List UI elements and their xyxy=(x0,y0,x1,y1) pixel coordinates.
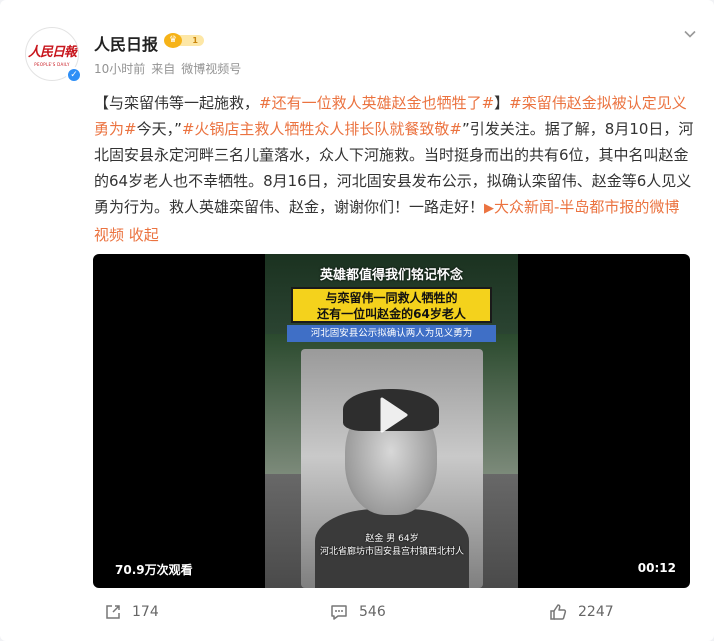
hashtag-link[interactable]: #火锅店主救人牺牲众人排长队就餐致敬# xyxy=(182,120,462,138)
like-button[interactable]: 2247 xyxy=(548,597,614,627)
share-button[interactable]: 174 xyxy=(104,597,159,627)
video-title-banner: 英雄都值得我们铭记怀念 xyxy=(319,268,463,283)
hashtag-link[interactable]: #还有一位救人英雄赵金也牺牲了# xyxy=(259,94,494,112)
share-icon xyxy=(104,603,122,621)
avatar-logo-subtext: PEOPLE'S DAILY xyxy=(34,62,70,67)
video-link-icon: ▶ xyxy=(484,201,495,216)
weibo-post-card: 人民日報 PEOPLE'S DAILY ✓ 人民日报 ♛ 1 10小时前 来自 … xyxy=(0,0,714,641)
post-text-segment: 】 xyxy=(494,94,510,112)
member-level-badge[interactable]: ♛ 1 xyxy=(164,33,204,48)
view-count: 70.9万次观看 xyxy=(115,563,193,577)
comment-button[interactable]: 546 xyxy=(329,597,386,627)
post-text-segment: 【与栾留伟等一起施救， xyxy=(94,94,260,112)
crown-icon: ♛ xyxy=(164,33,182,48)
portrait-caption: 赵金 男 64岁 河北省廊坊市固安县宫村镇西北村人 xyxy=(303,533,481,559)
source-prefix: 来自 xyxy=(151,62,176,76)
video-player[interactable]: 英雄都值得我们铭记怀念 与栾留伟一同救人牺牲的 还有一位叫赵金的64岁老人 河北… xyxy=(93,254,690,588)
collapse-link[interactable]: 收起 xyxy=(129,226,159,244)
caption-line-1: 赵金 男 64岁 xyxy=(365,534,419,544)
play-icon[interactable] xyxy=(371,394,413,436)
video-headline-banner: 与栾留伟一同救人牺牲的 还有一位叫赵金的64岁老人 xyxy=(291,287,492,323)
verified-badge-icon: ✓ xyxy=(66,67,82,83)
author-name[interactable]: 人民日报 xyxy=(94,31,158,55)
share-count: 174 xyxy=(132,604,159,620)
post-meta: 10小时前 来自 微博视频号 xyxy=(94,60,241,77)
post-time[interactable]: 10小时前 xyxy=(94,60,145,77)
headline-line-2: 还有一位叫赵金的64岁老人 xyxy=(317,307,466,321)
video-duration: 00:12 xyxy=(637,561,676,575)
post-text-segment: 今天，” xyxy=(136,120,182,138)
thumbs-up-icon xyxy=(548,603,568,621)
comment-icon xyxy=(329,603,349,621)
video-subtitle-banner: 河北固安县公示拟确认两人为见义勇为 xyxy=(287,325,496,342)
action-bar: 174 546 2247 xyxy=(0,597,714,627)
like-count: 2247 xyxy=(578,604,614,620)
post-body: 【与栾留伟等一起施救，#还有一位救人英雄赵金也牺牲了#】#栾留伟赵金拟被认定见义… xyxy=(94,90,694,248)
headline-line-1: 与栾留伟一同救人牺牲的 xyxy=(325,291,458,305)
caption-line-2: 河北省廊坊市固安县宫村镇西北村人 xyxy=(319,547,464,557)
comment-count: 546 xyxy=(359,604,386,620)
post-source[interactable]: 微博视频号 xyxy=(181,60,241,77)
avatar-logo-text: 人民日報 xyxy=(27,45,77,60)
chevron-down-icon[interactable] xyxy=(683,27,697,41)
